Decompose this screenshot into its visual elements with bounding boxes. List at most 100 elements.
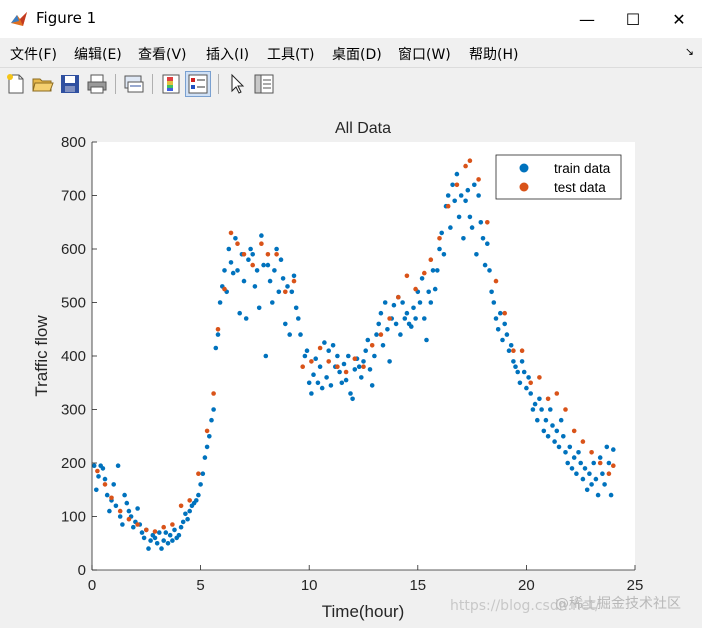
train-data-point [270, 300, 275, 305]
train-data-point [374, 332, 379, 337]
train-data-point [306, 380, 312, 386]
train-data-point [172, 527, 177, 533]
train-data-point [548, 407, 553, 412]
plot-area[interactable] [92, 142, 635, 570]
legend-icon[interactable] [185, 71, 211, 97]
menu-desktop[interactable]: 桌面(D) [332, 44, 382, 64]
train-data-point [552, 439, 557, 444]
train-data-point [202, 455, 208, 460]
close-button[interactable]: ✕ [656, 0, 702, 38]
train-data-point [602, 482, 607, 487]
train-data-point [322, 340, 327, 345]
train-data-point [463, 198, 468, 204]
train-data-point [502, 321, 508, 327]
toolbar-separator [152, 74, 153, 94]
figure-canvas[interactable]: 0 5 10 15 20 25 0 100 200 300 400 500 600 700 800 All … [0, 100, 702, 628]
train-data-point [428, 300, 434, 305]
colorbar-icon[interactable] [159, 72, 183, 96]
test-data-point [291, 278, 297, 284]
train-data-point [207, 434, 212, 439]
train-data-point [243, 316, 249, 321]
train-data-point [289, 289, 295, 295]
train-data-point [563, 450, 568, 455]
train-data-point [185, 516, 190, 522]
train-data-point [474, 252, 479, 257]
test-data-point [326, 359, 332, 364]
arrow-corner-icon[interactable]: ↘ [685, 45, 694, 58]
train-data-point [259, 233, 264, 238]
train-data-point [215, 332, 221, 337]
train-data-point [261, 262, 266, 268]
open-file-icon[interactable] [31, 72, 55, 96]
train-data-point [276, 289, 282, 295]
new-figure-icon[interactable] [4, 72, 28, 96]
test-data-point [369, 343, 375, 348]
test-data-point [343, 369, 349, 375]
train-data-point [398, 332, 403, 337]
menu-tools[interactable]: 工具(T) [267, 44, 314, 64]
test-data-point [152, 529, 158, 534]
train-data-point [524, 385, 529, 391]
test-data-point [283, 289, 288, 295]
test-data-point [378, 332, 384, 337]
test-data-point [102, 482, 108, 487]
train-data-point [167, 532, 173, 538]
train-data-point [382, 300, 388, 305]
train-data-point [319, 385, 325, 391]
train-data-point [302, 353, 308, 359]
train-data-point [204, 444, 210, 450]
test-data-point [135, 522, 140, 527]
train-data-point [343, 377, 349, 383]
menu-help[interactable]: 帮助(H) [469, 44, 518, 64]
train-data-point [252, 284, 258, 289]
test-data-point [109, 495, 114, 501]
train-data-point [359, 375, 364, 380]
minimize-button[interactable]: — [564, 0, 610, 38]
test-data-point [476, 177, 481, 182]
train-data-point [107, 508, 112, 514]
train-data-point [100, 466, 106, 471]
property-editor-icon[interactable] [252, 72, 276, 96]
train-data-point [352, 367, 358, 372]
test-data-point [545, 396, 551, 402]
train-data-point [241, 278, 247, 284]
toolbar-separator [218, 74, 219, 94]
menu-window[interactable]: 窗口(W) [398, 44, 451, 64]
train-data-point [372, 353, 377, 359]
pointer-icon[interactable] [225, 72, 249, 96]
train-data-point [217, 300, 223, 305]
train-data-point [432, 286, 438, 292]
test-data-point [467, 158, 473, 163]
print-icon[interactable] [85, 72, 109, 96]
menu-view[interactable]: 查看(V) [138, 44, 187, 64]
legend[interactable]: train data test data [495, 154, 622, 200]
menu-file[interactable]: 文件(F) [10, 44, 57, 64]
train-data-point [237, 310, 242, 316]
test-data-point [309, 359, 314, 364]
y-tick-label: 100 [61, 509, 86, 526]
menu-insert[interactable]: 插入(I) [206, 44, 249, 64]
train-data-point [441, 252, 447, 257]
test-data-point [196, 471, 201, 477]
maximize-icon: ☐ [625, 9, 641, 29]
train-data-point [576, 450, 581, 455]
train-data-point [272, 268, 277, 273]
train-data-point [385, 327, 390, 332]
legend-marker-train [519, 163, 529, 173]
chart-title: All Data [335, 120, 391, 137]
maximize-button[interactable]: ☐ [610, 0, 656, 38]
train-data-point [465, 187, 471, 193]
menu-edit[interactable]: 编辑(E) [74, 44, 122, 64]
train-data-point [587, 471, 592, 477]
test-data-point [144, 527, 149, 533]
train-data-point [198, 482, 203, 487]
save-icon[interactable] [58, 72, 82, 96]
train-data-point [498, 310, 503, 316]
link-plot-icon[interactable] [122, 72, 146, 96]
train-data-point [246, 257, 251, 262]
train-data-point [291, 273, 297, 279]
window-title: Figure 1 [36, 9, 97, 27]
scatter-plot[interactable]: 0 5 10 15 20 25 0 100 200 300 400 500 600 700 800 All … [0, 100, 702, 628]
train-data-point [304, 348, 310, 353]
title-bar[interactable]: Figure 1 — ☐ ✕ [0, 0, 702, 38]
